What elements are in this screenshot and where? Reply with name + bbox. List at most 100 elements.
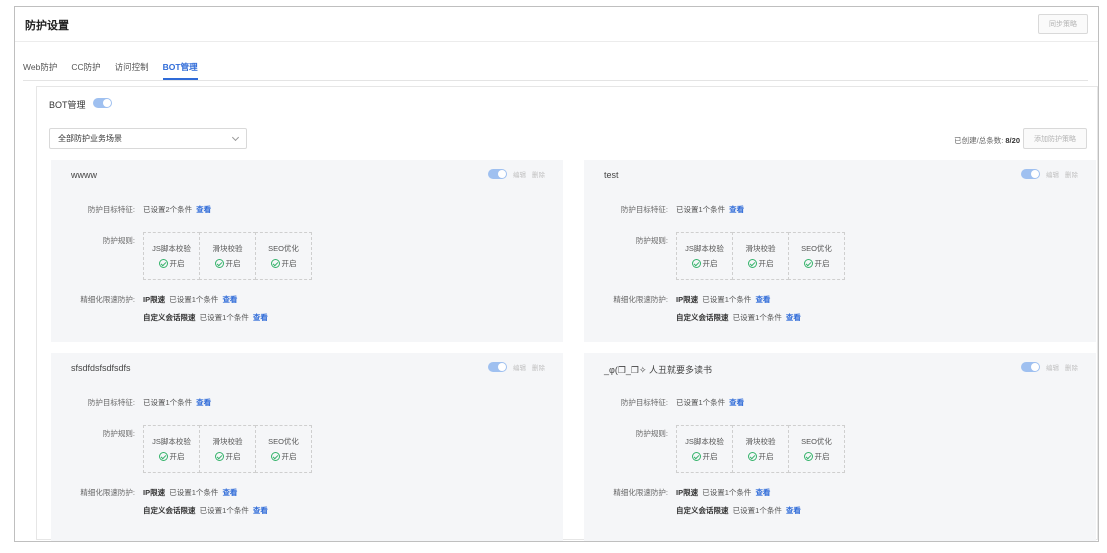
rule-name: JS脚本校验 xyxy=(685,437,724,446)
card-name: sfsdfdsfsdfsdfs xyxy=(71,363,131,373)
rule-js-check: JS脚本校验 开启 xyxy=(143,232,200,280)
ip-rate-text: IP限速 已设置1个条件 查看 xyxy=(143,294,237,305)
session-rate-view-link[interactable]: 查看 xyxy=(786,313,801,322)
edit-link[interactable]: 编辑 xyxy=(513,169,526,179)
ip-rate-view-link[interactable]: 查看 xyxy=(755,488,770,497)
rule-slider-check: 滑块校验 开启 xyxy=(199,232,256,280)
session-rate-condition: 已设置1个条件 xyxy=(732,506,782,515)
target-view-link[interactable]: 查看 xyxy=(196,205,211,214)
strategy-card-1: wwww 编辑 删除 防护目标特征: 已设置2个条件 查看 防护规则: JS脚本校… xyxy=(51,160,563,342)
session-rate-condition: 已设置1个条件 xyxy=(199,506,249,515)
tab-access-control[interactable]: 访问控制 xyxy=(115,62,158,80)
ip-rate-view-link[interactable]: 查看 xyxy=(222,488,237,497)
rule-status-text: 开启 xyxy=(702,452,718,461)
tab-bar: Web防护 CC防护 访问控制 BOT管理 xyxy=(23,62,212,82)
rule-status: 开启 xyxy=(270,258,297,269)
target-text: 已设置1个条件 查看 xyxy=(676,397,744,408)
card-name: test xyxy=(604,170,619,180)
ip-rate-view-link[interactable]: 查看 xyxy=(755,295,770,304)
delete-link[interactable]: 删除 xyxy=(1065,169,1078,179)
target-view-link[interactable]: 查看 xyxy=(729,205,744,214)
ip-rate-condition: 已设置1个条件 xyxy=(702,295,752,304)
rule-seo: SEO优化 开启 xyxy=(255,425,312,473)
session-rate-view-link[interactable]: 查看 xyxy=(253,313,268,322)
rule-status-text: 开启 xyxy=(169,452,185,461)
strategy-card-4: _φ(❐_❐✧ 人丑就要多读书 编辑 删除 防护目标特征: 已设置1个条件 查看 … xyxy=(584,353,1096,541)
target-text: 已设置1个条件 查看 xyxy=(143,397,211,408)
bot-management-toggle[interactable] xyxy=(93,98,112,108)
card-actions: 编辑 删除 xyxy=(1021,169,1078,179)
card-toggle[interactable] xyxy=(1021,169,1040,179)
delete-link[interactable]: 删除 xyxy=(1065,362,1078,372)
rule-js-check: JS脚本校验 开启 xyxy=(676,425,733,473)
rule-status: 开启 xyxy=(691,258,718,269)
ip-rate-label: IP限速 xyxy=(143,295,166,304)
delete-link[interactable]: 删除 xyxy=(532,362,545,372)
ip-rate-label: IP限速 xyxy=(143,488,166,497)
rule-status: 开启 xyxy=(270,451,297,462)
edit-link[interactable]: 编辑 xyxy=(1046,169,1059,179)
rule-name: SEO优化 xyxy=(268,244,299,253)
session-rate-view-link[interactable]: 查看 xyxy=(786,506,801,515)
card-actions: 编辑 删除 xyxy=(488,362,545,372)
rule-js-check: JS脚本校验 开启 xyxy=(143,425,200,473)
rule-status: 开启 xyxy=(803,258,830,269)
add-strategy-button[interactable]: 添加防护策略 xyxy=(1023,128,1087,149)
session-rate-view-link[interactable]: 查看 xyxy=(253,506,268,515)
bot-management-label: BOT管理 xyxy=(49,100,86,110)
rule-status-text: 开启 xyxy=(758,452,774,461)
sync-strategy-button[interactable]: 同步策略 xyxy=(1038,14,1088,34)
check-circle-icon xyxy=(803,452,813,461)
session-rate-condition: 已设置1个条件 xyxy=(199,313,249,322)
tab-bot-management[interactable]: BOT管理 xyxy=(162,62,207,80)
target-view-link[interactable]: 查看 xyxy=(196,398,211,407)
rules-grid: JS脚本校验 开启 滑块校验 开启 SEO优化 开启 xyxy=(143,232,312,280)
rule-slider-check: 滑块校验 开启 xyxy=(732,232,789,280)
rule-status-text: 开启 xyxy=(225,452,241,461)
rule-status-text: 开启 xyxy=(814,452,830,461)
card-toggle[interactable] xyxy=(1021,362,1040,372)
session-rate-text: 自定义会话限速 已设置1个条件 查看 xyxy=(143,312,268,323)
rate-label: 精细化限速防护: xyxy=(80,488,135,497)
rule-status-text: 开启 xyxy=(814,259,830,268)
rule-name: JS脚本校验 xyxy=(152,437,191,446)
session-rate-text: 自定义会话限速 已设置1个条件 查看 xyxy=(676,312,801,323)
target-label: 防护目标特征: xyxy=(620,398,668,407)
card-actions: 编辑 删除 xyxy=(1021,362,1078,372)
session-rate-label: 自定义会话限速 xyxy=(143,313,196,322)
count-value: 8/20 xyxy=(1005,136,1020,145)
rule-js-check: JS脚本校验 开启 xyxy=(676,232,733,280)
rules-label: 防护规则: xyxy=(102,236,135,245)
tab-web-protection[interactable]: Web防护 xyxy=(23,62,66,80)
card-toggle[interactable] xyxy=(488,169,507,179)
target-label: 防护目标特征: xyxy=(87,398,135,407)
scene-select[interactable]: 全部防护业务场景 xyxy=(49,128,247,149)
edit-link[interactable]: 编辑 xyxy=(1046,362,1059,372)
chevron-down-icon xyxy=(231,133,240,141)
rule-seo: SEO优化 开启 xyxy=(788,232,845,280)
card-toggle[interactable] xyxy=(488,362,507,372)
ip-rate-text: IP限速 已设置1个条件 查看 xyxy=(143,487,237,498)
target-label: 防护目标特征: xyxy=(87,205,135,214)
session-rate-label: 自定义会话限速 xyxy=(676,506,729,515)
rule-name: 滑块校验 xyxy=(212,244,243,253)
target-condition: 已设置1个条件 xyxy=(676,205,726,214)
check-circle-icon xyxy=(214,452,224,461)
check-circle-icon xyxy=(691,259,701,268)
rules-grid: JS脚本校验 开启 滑块校验 开启 SEO优化 开启 xyxy=(143,425,312,473)
target-view-link[interactable]: 查看 xyxy=(729,398,744,407)
rule-status-text: 开启 xyxy=(281,259,297,268)
target-text: 已设置2个条件 查看 xyxy=(143,204,211,215)
rule-name: JS脚本校验 xyxy=(152,244,191,253)
edit-link[interactable]: 编辑 xyxy=(513,362,526,372)
ip-rate-text: IP限速 已设置1个条件 查看 xyxy=(676,294,770,305)
delete-link[interactable]: 删除 xyxy=(532,169,545,179)
tab-cc-protection[interactable]: CC防护 xyxy=(71,62,109,80)
rule-status: 开启 xyxy=(158,258,185,269)
check-circle-icon xyxy=(270,259,280,268)
ip-rate-view-link[interactable]: 查看 xyxy=(222,295,237,304)
rule-status: 开启 xyxy=(747,258,774,269)
session-rate-label: 自定义会话限速 xyxy=(676,313,729,322)
rules-grid: JS脚本校验 开启 滑块校验 开启 SEO优化 开启 xyxy=(676,232,845,280)
rule-status: 开启 xyxy=(747,451,774,462)
